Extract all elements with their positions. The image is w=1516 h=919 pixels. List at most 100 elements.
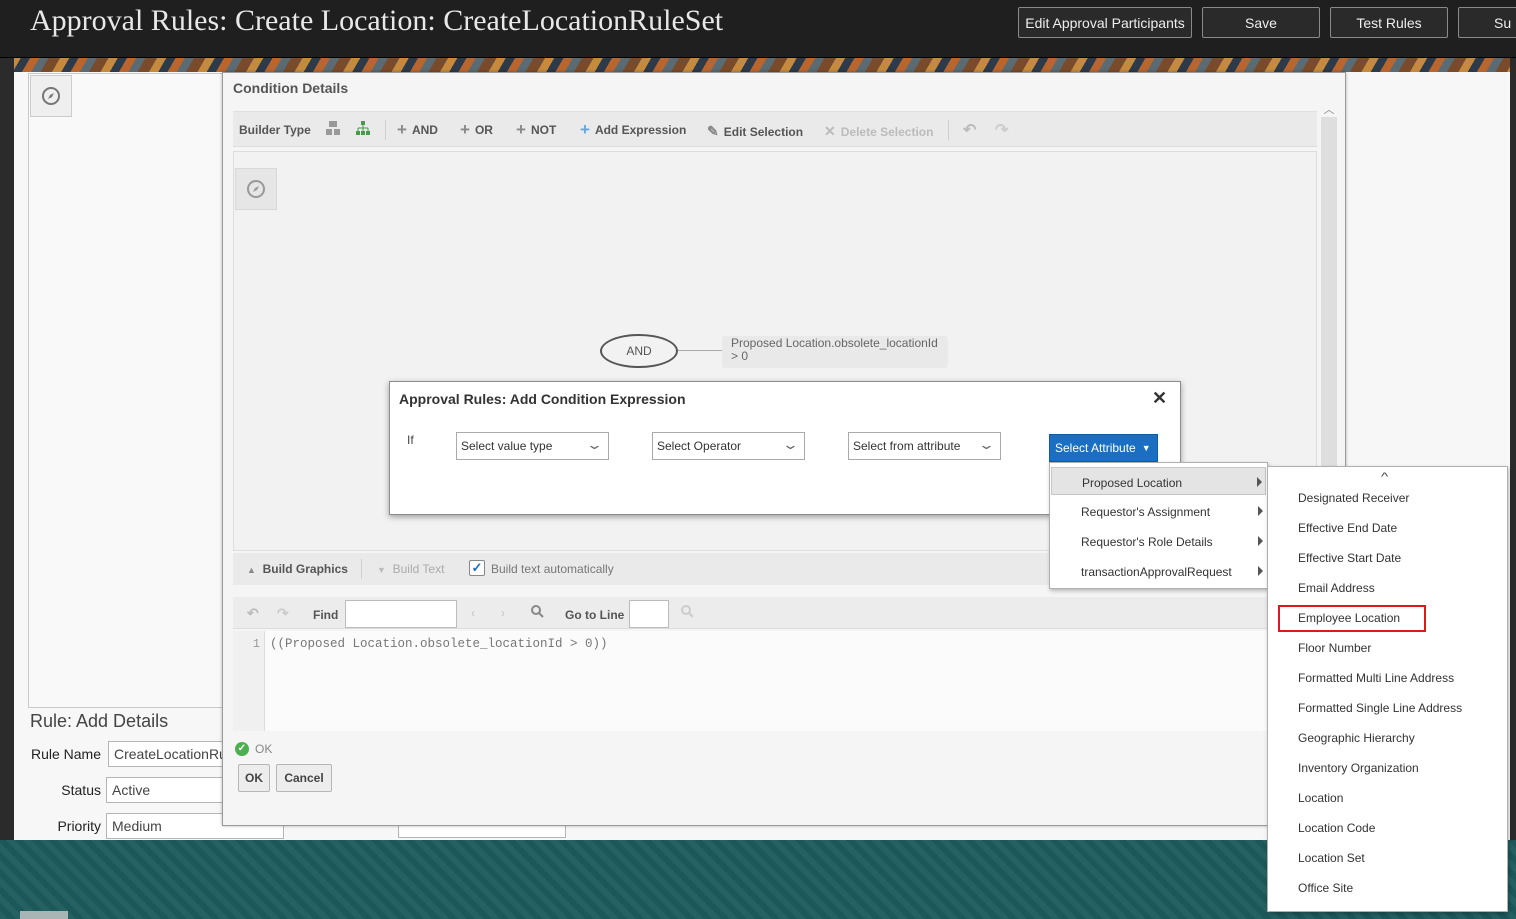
menu-item-requestors-role-details[interactable]: Requestor's Role Details — [1051, 527, 1266, 555]
chevron-down-icon: ⌄ — [977, 437, 996, 452]
submenu-arrow-icon — [1258, 566, 1263, 576]
build-text-auto-checkbox[interactable]: ✓ — [469, 560, 485, 576]
add-and-button[interactable]: + AND — [397, 120, 438, 139]
add-or-button[interactable]: + OR — [460, 120, 493, 139]
priority-label: Priority — [57, 818, 101, 834]
build-text-toggle[interactable]: ▼ Build Text — [377, 562, 444, 576]
submenu-item[interactable]: Office Site — [1298, 881, 1353, 895]
submenu-item[interactable]: Floor Number — [1298, 641, 1371, 655]
find-input[interactable] — [345, 600, 457, 628]
app-header: Approval Rules: Create Location: CreateL… — [0, 0, 1516, 58]
build-text-auto-label: Build text automatically — [491, 562, 614, 576]
blocks-icon — [326, 121, 340, 135]
builder-toolbar: Builder Type + AND + OR + NOT + Add Expressi… — [233, 111, 1317, 147]
submenu-item[interactable]: Effective End Date — [1298, 521, 1397, 535]
add-not-button[interactable]: + NOT — [516, 120, 556, 139]
rule-graph-panel — [28, 73, 224, 708]
submenu-item[interactable]: Formatted Single Line Address — [1298, 701, 1462, 715]
edit-selection-button[interactable]: ✎ Edit Selection — [707, 123, 803, 140]
if-label: If — [407, 433, 414, 447]
previous-match-icon[interactable]: ‹ — [471, 606, 475, 620]
attribute-select[interactable]: Select from attribute ⌄ — [848, 432, 1001, 460]
rule-name-input[interactable]: CreateLocationRu — [108, 741, 224, 767]
plus-icon: + — [397, 120, 407, 139]
submenu-item[interactable]: Designated Receiver — [1298, 491, 1409, 505]
submenu-item[interactable]: Geographic Hierarchy — [1298, 731, 1415, 745]
submit-button[interactable]: Su — [1458, 7, 1516, 38]
decorative-banner — [0, 58, 1516, 72]
plus-icon: + — [580, 120, 590, 139]
submenu-item[interactable]: Location Code — [1298, 821, 1375, 835]
canvas-compass-tool[interactable] — [235, 168, 277, 210]
proposed-location-submenu: ^ Designated Receiver Effective End Date… — [1267, 466, 1508, 912]
rule-details-heading: Rule: Add Details — [30, 711, 169, 727]
undo-icon: ↶ — [963, 122, 977, 139]
chevron-down-icon: ⌄ — [781, 437, 800, 452]
pencil-icon: ✎ — [707, 123, 719, 139]
condition-text-editor[interactable]: 1 ((Proposed Location.obsolete_locationI… — [233, 631, 1317, 731]
attribute-menu: Proposed Location Requestor's Assignment… — [1049, 462, 1268, 589]
description-textarea[interactable] — [398, 826, 566, 838]
page-title: Approval Rules: Create Location: CreateL… — [30, 4, 724, 37]
build-graphics-toggle[interactable]: ▲ Build Graphics — [247, 562, 348, 576]
close-icon: ✕ — [824, 123, 836, 139]
submenu-item[interactable]: Effective Start Date — [1298, 551, 1401, 565]
plus-icon: + — [460, 120, 470, 139]
next-match-icon[interactable]: › — [501, 606, 505, 620]
node-connector — [678, 350, 722, 351]
menu-item-proposed-location[interactable]: Proposed Location — [1051, 467, 1266, 495]
submenu-arrow-icon — [1257, 477, 1262, 487]
submenu-arrow-icon — [1258, 506, 1263, 516]
builder-type-label: Builder Type — [239, 123, 311, 137]
condition-code: ((Proposed Location.obsolete_locationId … — [270, 637, 608, 651]
builder-type-tree-button[interactable] — [355, 120, 371, 136]
test-rules-button[interactable]: Test Rules — [1330, 7, 1448, 38]
tree-icon — [356, 121, 370, 135]
caret-down-icon: ▼ — [1141, 443, 1151, 453]
redo-icon: ↷ — [995, 122, 1009, 139]
scroll-up-icon[interactable]: ^ — [1381, 471, 1388, 483]
status-select[interactable]: Active — [106, 777, 224, 803]
go-to-line-input[interactable] — [629, 600, 669, 628]
chevron-down-icon: ⌄ — [585, 437, 604, 452]
submenu-item[interactable]: Inventory Organization — [1298, 761, 1419, 775]
validation-status: ✓ OK — [235, 742, 272, 756]
add-expression-button[interactable]: + Add Expression — [580, 120, 686, 139]
and-node[interactable]: AND — [600, 334, 678, 368]
callout-highlight-box — [1278, 605, 1426, 632]
go-to-line-label: Go to Line — [565, 608, 625, 622]
close-icon[interactable]: ✕ — [1152, 388, 1167, 409]
cancel-button[interactable]: Cancel — [276, 764, 332, 792]
compass-icon — [247, 180, 265, 198]
ok-button[interactable]: OK — [238, 764, 270, 792]
submenu-item[interactable]: Location — [1298, 791, 1343, 805]
compass-tool[interactable] — [30, 75, 72, 117]
operator-select[interactable]: Select Operator ⌄ — [652, 432, 805, 460]
compass-icon — [42, 87, 60, 105]
go-to-line-search-icon[interactable] — [681, 605, 694, 621]
find-label: Find — [313, 608, 339, 622]
builder-type-block-button[interactable] — [325, 120, 341, 136]
value-type-select[interactable]: Select value type ⌄ — [456, 432, 609, 460]
scroll-up-arrow[interactable]: ︿ — [1321, 101, 1337, 116]
select-attribute-button[interactable]: Select Attribute ▼ — [1049, 434, 1158, 462]
menu-item-transaction-approval-request[interactable]: transactionApprovalRequest — [1051, 557, 1266, 585]
submenu-item[interactable]: Formatted Multi Line Address — [1298, 671, 1454, 685]
undo-button[interactable]: ↶ — [963, 120, 976, 140]
delete-selection-button[interactable]: ✕ Delete Selection — [824, 123, 933, 140]
plus-icon: + — [516, 120, 526, 139]
save-button[interactable]: Save — [1202, 7, 1320, 38]
redo-button[interactable]: ↷ — [995, 120, 1008, 140]
check-circle-icon: ✓ — [235, 742, 249, 756]
condition-details-title: Condition Details — [233, 80, 349, 96]
redo-icon[interactable]: ↷ — [277, 605, 289, 622]
expression-node[interactable]: Proposed Location.obsolete_locationId > … — [722, 336, 948, 368]
undo-icon[interactable]: ↶ — [247, 605, 259, 622]
menu-item-requestors-assignment[interactable]: Requestor's Assignment — [1051, 497, 1266, 525]
submenu-item[interactable]: Location Set — [1298, 851, 1365, 865]
submenu-item[interactable]: Email Address — [1298, 581, 1375, 595]
edit-approval-participants-button[interactable]: Edit Approval Participants — [1018, 7, 1192, 38]
line-number-gutter: 1 — [233, 631, 265, 731]
search-icon[interactable] — [531, 605, 544, 621]
status-label: Status — [61, 782, 101, 798]
